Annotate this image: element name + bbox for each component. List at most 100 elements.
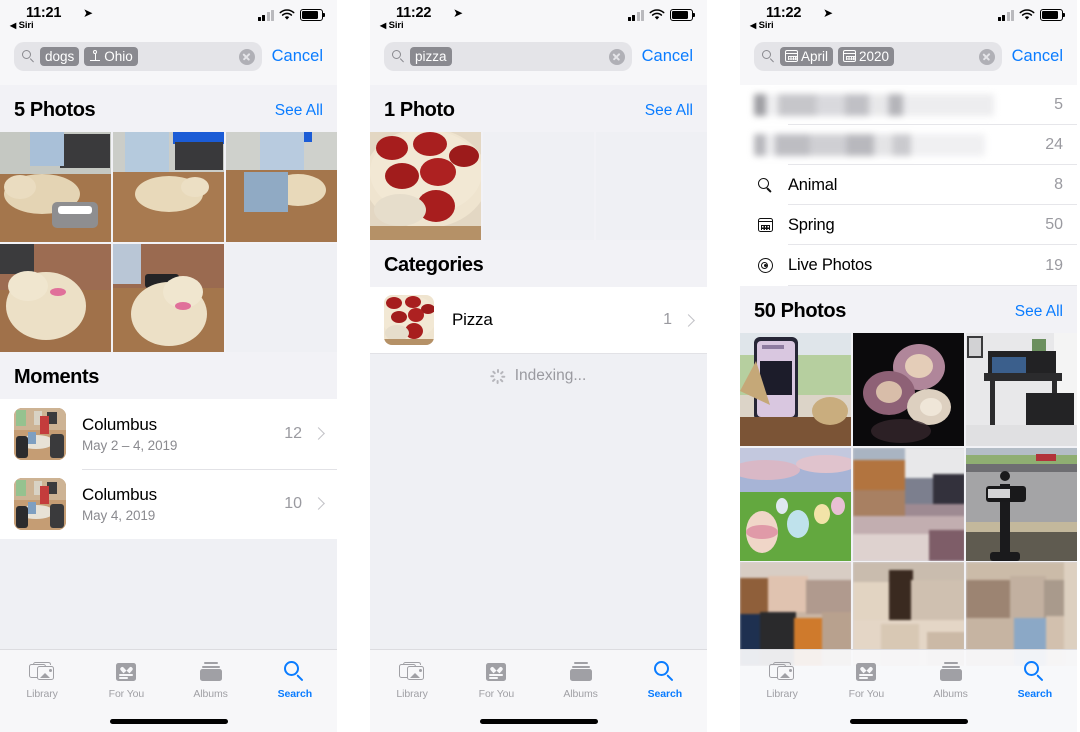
clear-search-button[interactable] bbox=[238, 48, 255, 65]
home-indicator[interactable] bbox=[849, 719, 968, 724]
search-token-ohio[interactable]: Ohio bbox=[84, 47, 138, 66]
tab-library[interactable]: Library bbox=[740, 650, 824, 732]
status-bar-2: 11:22 ➤ ◀ Siri bbox=[370, 0, 707, 36]
moment-row[interactable]: Columbus May 2 – 4, 2019 12 bbox=[0, 399, 337, 469]
tab-bar-1: Library For You Albums Search bbox=[0, 649, 337, 732]
clear-search-button[interactable] bbox=[978, 48, 995, 65]
suggestion-row-animal[interactable]: Animal 8 bbox=[740, 165, 1077, 205]
tab-label: Search bbox=[647, 688, 683, 700]
suggestion-row-live-photos[interactable]: Live Photos 19 bbox=[740, 245, 1077, 286]
cancel-button[interactable]: Cancel bbox=[1012, 47, 1063, 66]
search-token-april[interactable]: April bbox=[780, 47, 834, 66]
redacted-label bbox=[754, 94, 995, 116]
clear-search-button[interactable] bbox=[608, 48, 625, 65]
photo-thumbnail-redacted[interactable] bbox=[852, 447, 965, 561]
suggestions-list: 5 24 Animal 8 Spring 50 Live Photos 19 bbox=[740, 85, 1077, 286]
category-text: Pizza bbox=[452, 310, 663, 330]
battery-icon bbox=[670, 9, 696, 21]
suggestion-label: Spring bbox=[788, 215, 835, 234]
token-label: Ohio bbox=[104, 48, 133, 64]
category-count: 1 bbox=[663, 311, 672, 328]
search-results-3: 5 24 Animal 8 Spring 50 Live Photos 19 5… bbox=[740, 85, 1077, 732]
tab-bar-2: Library For You Albums Search bbox=[370, 649, 707, 732]
tab-label: Library bbox=[396, 688, 428, 700]
search-bar-3: April 2020 Cancel bbox=[740, 36, 1077, 85]
for-you-icon bbox=[116, 662, 137, 681]
indexing-status: Indexing... bbox=[370, 353, 707, 398]
categories-list: Pizza 1 bbox=[370, 287, 707, 353]
search-token-2020[interactable]: 2020 bbox=[838, 47, 895, 66]
chevron-right-icon bbox=[682, 313, 695, 327]
moment-thumbnail bbox=[14, 477, 66, 530]
status-time: 11:22 bbox=[766, 5, 802, 21]
photo-thumbnail[interactable] bbox=[740, 333, 852, 446]
moment-thumbnail bbox=[14, 407, 66, 460]
tab-label: Albums bbox=[933, 688, 968, 700]
back-to-siri-link[interactable]: ◀ Siri bbox=[380, 20, 404, 31]
photo-thumbnail[interactable] bbox=[852, 333, 965, 446]
tab-search[interactable]: Search bbox=[993, 650, 1077, 732]
search-token-dogs[interactable]: dogs bbox=[40, 47, 80, 66]
photo-thumbnail[interactable] bbox=[740, 447, 852, 561]
photo-thumbnail[interactable] bbox=[965, 333, 1077, 446]
search-input[interactable]: pizza bbox=[384, 42, 632, 71]
redacted-label bbox=[754, 134, 986, 156]
tab-bar-3: Library For You Albums Search bbox=[740, 649, 1077, 732]
status-indicators bbox=[627, 9, 696, 21]
see-all-link[interactable]: See All bbox=[1015, 303, 1063, 321]
see-all-link[interactable]: See All bbox=[275, 102, 323, 120]
photo-thumbnail[interactable] bbox=[112, 243, 225, 352]
moment-title: Columbus bbox=[82, 414, 157, 434]
search-input[interactable]: April 2020 bbox=[754, 42, 1002, 71]
phone-screen-1: 11:21 ➤ ◀ Siri dogs Ohio Cancel 5 Photos… bbox=[0, 0, 337, 732]
photo-thumbnail[interactable] bbox=[0, 243, 112, 352]
photos-section-header: 1 Photo See All bbox=[370, 85, 707, 132]
search-icon bbox=[1024, 661, 1045, 682]
photo-thumbnail[interactable] bbox=[965, 447, 1077, 561]
photo-thumbnail[interactable] bbox=[0, 132, 112, 242]
moment-row[interactable]: Columbus May 4, 2019 10 bbox=[0, 468, 337, 539]
photo-thumbnail[interactable] bbox=[112, 132, 225, 242]
tab-search[interactable]: Search bbox=[623, 650, 707, 732]
location-pin-icon bbox=[89, 50, 101, 62]
cancel-button[interactable]: Cancel bbox=[272, 47, 323, 66]
back-to-siri-link[interactable]: ◀ Siri bbox=[10, 20, 34, 31]
library-icon bbox=[769, 661, 795, 682]
token-label: dogs bbox=[45, 48, 75, 64]
back-label: Siri bbox=[758, 20, 774, 31]
search-token-pizza[interactable]: pizza bbox=[410, 47, 452, 66]
category-row[interactable]: Pizza 1 bbox=[370, 287, 707, 353]
back-label: Siri bbox=[388, 20, 404, 31]
tab-search[interactable]: Search bbox=[253, 650, 337, 732]
calendar-icon bbox=[843, 50, 857, 62]
suggestion-row-redacted[interactable]: 5 bbox=[740, 85, 1077, 125]
tab-library[interactable]: Library bbox=[370, 650, 454, 732]
moments-list: Columbus May 2 – 4, 2019 12 Columbus May… bbox=[0, 398, 337, 539]
photo-grid bbox=[740, 333, 1077, 666]
home-indicator[interactable] bbox=[109, 719, 228, 724]
suggestion-count: 5 bbox=[1054, 96, 1063, 113]
screenshot-canvas: 11:21 ➤ ◀ Siri dogs Ohio Cancel 5 Photos… bbox=[0, 0, 1080, 732]
cancel-button[interactable]: Cancel bbox=[642, 47, 693, 66]
category-thumbnail bbox=[384, 295, 434, 345]
suggestion-count: 50 bbox=[1045, 216, 1063, 233]
photo-grid bbox=[0, 132, 337, 352]
suggestion-row-redacted[interactable]: 24 bbox=[740, 125, 1077, 165]
photo-thumbnail[interactable] bbox=[225, 132, 337, 242]
location-arrow-icon: ➤ bbox=[83, 6, 94, 20]
search-input[interactable]: dogs Ohio bbox=[14, 42, 262, 71]
page-title: 1 Photo bbox=[384, 99, 455, 121]
location-arrow-icon: ➤ bbox=[823, 6, 834, 20]
calendar-icon bbox=[754, 218, 776, 232]
tab-library[interactable]: Library bbox=[0, 650, 84, 732]
signal-icon bbox=[627, 9, 644, 21]
photo-thumbnail[interactable] bbox=[370, 132, 482, 240]
back-to-siri-link[interactable]: ◀ Siri bbox=[750, 20, 774, 31]
see-all-link[interactable]: See All bbox=[645, 102, 693, 120]
suggestion-count: 8 bbox=[1054, 176, 1063, 193]
battery-icon bbox=[300, 9, 326, 21]
home-indicator[interactable] bbox=[479, 719, 598, 724]
live-photos-icon bbox=[754, 258, 776, 273]
wifi-icon bbox=[1019, 9, 1035, 20]
suggestion-row-spring[interactable]: Spring 50 bbox=[740, 205, 1077, 245]
